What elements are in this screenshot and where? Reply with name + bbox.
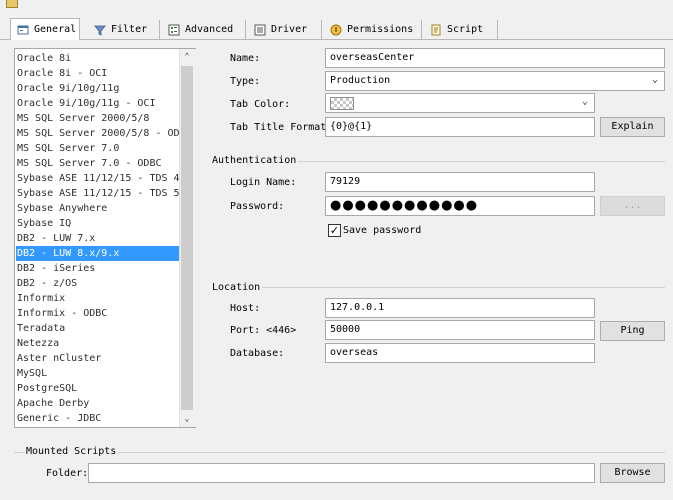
- tab-permissions[interactable]: Permissions: [324, 20, 422, 39]
- tab-color-swatch: [330, 97, 354, 110]
- tab-label: Script: [447, 24, 484, 35]
- scrollbar-thumb[interactable]: [181, 66, 193, 410]
- chevron-down-icon[interactable]: ⌄: [652, 74, 658, 85]
- driver-list-item[interactable]: Netezza: [16, 336, 181, 351]
- tab-title-format-input[interactable]: {0}@{1}: [325, 117, 595, 137]
- tab-filter[interactable]: Filter: [88, 20, 160, 39]
- tab-label: Advanced: [185, 24, 234, 35]
- name-label: Name:: [230, 53, 261, 64]
- advanced-icon: [168, 24, 180, 36]
- permissions-icon: [330, 24, 342, 36]
- explain-button[interactable]: Explain: [600, 117, 665, 137]
- tab-driver[interactable]: Driver: [248, 20, 322, 39]
- password-mask: ●●●●●●●●●●●●: [330, 198, 479, 213]
- tab-label: Driver: [271, 24, 308, 35]
- password-browse-button[interactable]: ...: [600, 196, 665, 216]
- scroll-up-icon[interactable]: ⌃: [179, 50, 195, 64]
- location-title: Location: [210, 282, 263, 293]
- login-name-input[interactable]: 79129: [325, 172, 595, 192]
- driver-list-item[interactable]: DB2 - z/OS: [16, 276, 181, 291]
- driver-list-item[interactable]: Aster nCluster: [16, 351, 181, 366]
- driver-list-item[interactable]: DB2 - LUW 7.x: [16, 231, 181, 246]
- driver-icon: [254, 24, 266, 36]
- driver-list-item[interactable]: Sybase ASE 11/12/15 - TDS 4.5: [16, 171, 192, 186]
- tab-label: General: [34, 24, 77, 35]
- driver-list-item[interactable]: Apache Derby: [16, 396, 181, 411]
- driver-list-item[interactable]: Informix: [16, 291, 181, 306]
- browse-button[interactable]: Browse: [600, 463, 665, 483]
- ping-button[interactable]: Ping: [600, 321, 665, 341]
- driver-list-item[interactable]: MS SQL Server 2000/5/8 - ODBC: [16, 126, 192, 141]
- save-password-checkbox[interactable]: ✓: [328, 224, 341, 237]
- driver-list-item[interactable]: MS SQL Server 7.0: [16, 141, 181, 156]
- type-value: Production: [330, 75, 391, 86]
- tab-color-label: Tab Color:: [230, 99, 291, 110]
- database-label: Database:: [230, 348, 285, 359]
- host-label: Host:: [230, 303, 261, 314]
- type-select[interactable]: Production: [325, 71, 665, 91]
- driver-list-item[interactable]: Sybase Anywhere: [16, 201, 181, 216]
- driver-list-item[interactable]: Oracle 9i/10g/11g - OCI: [16, 96, 181, 111]
- driver-list-item[interactable]: Oracle 8i: [16, 51, 181, 66]
- mounted-scripts-title: Mounted Scripts: [24, 446, 119, 457]
- port-input[interactable]: 50000: [325, 320, 595, 340]
- tab-label: Filter: [111, 24, 148, 35]
- script-icon: [430, 24, 442, 36]
- name-input[interactable]: overseasCenter: [325, 48, 665, 68]
- location-divider: [210, 287, 665, 288]
- port-label: Port: <446>: [230, 325, 297, 336]
- driver-list-item[interactable]: Teradata: [16, 321, 181, 336]
- database-input[interactable]: overseas: [325, 343, 595, 363]
- password-input[interactable]: ●●●●●●●●●●●●: [325, 196, 595, 216]
- driver-list-item[interactable]: Informix - ODBC: [16, 306, 181, 321]
- filter-icon: [94, 24, 106, 36]
- driver-list-item[interactable]: Sybase ASE 11/12/15 - TDS 5.5: [16, 186, 192, 201]
- driver-list-item[interactable]: Sybase IQ: [16, 216, 181, 231]
- tab-advanced[interactable]: Advanced: [162, 20, 246, 39]
- driver-list-item[interactable]: Oracle 9i/10g/11g: [16, 81, 181, 96]
- tab-title-format-label: Tab Title Format:: [230, 122, 333, 133]
- login-name-label: Login Name:: [230, 177, 297, 188]
- tab-bar: General Filter Advanced Driver Permissio…: [0, 0, 673, 40]
- driver-list-item[interactable]: Generic - JDBC: [16, 411, 181, 426]
- chevron-down-icon[interactable]: ⌄: [582, 96, 588, 107]
- tab-script[interactable]: Script: [424, 20, 498, 39]
- driver-list-item[interactable]: DB2 - iSeries: [16, 261, 181, 276]
- driver-list-item[interactable]: MS SQL Server 2000/5/8: [16, 111, 181, 126]
- authentication-title: Authentication: [210, 155, 299, 166]
- type-label: Type:: [230, 76, 261, 87]
- driver-list[interactable]: Oracle 8i Oracle 8i - OCI Oracle 9i/10g/11…: [14, 48, 196, 428]
- tab-general[interactable]: General: [10, 18, 80, 40]
- driver-list-item[interactable]: MySQL: [16, 366, 181, 381]
- general-icon: [17, 24, 29, 36]
- scroll-down-icon[interactable]: ⌄: [179, 412, 195, 426]
- save-password-label[interactable]: Save password: [343, 225, 421, 236]
- driver-list-item[interactable]: DB2 - LUW 8.x/9.x: [16, 246, 181, 261]
- driver-list-item[interactable]: Oracle 8i - OCI: [16, 66, 181, 81]
- folder-label: Folder:: [46, 468, 89, 479]
- tab-label: Permissions: [347, 24, 414, 35]
- tab-color-select[interactable]: [325, 93, 595, 113]
- driver-list-item[interactable]: MS SQL Server 7.0 - ODBC: [16, 156, 181, 171]
- password-label: Password:: [230, 201, 285, 212]
- folder-input[interactable]: [88, 463, 595, 483]
- driver-list-item[interactable]: PostgreSQL: [16, 381, 181, 396]
- host-input[interactable]: 127.0.0.1: [325, 298, 595, 318]
